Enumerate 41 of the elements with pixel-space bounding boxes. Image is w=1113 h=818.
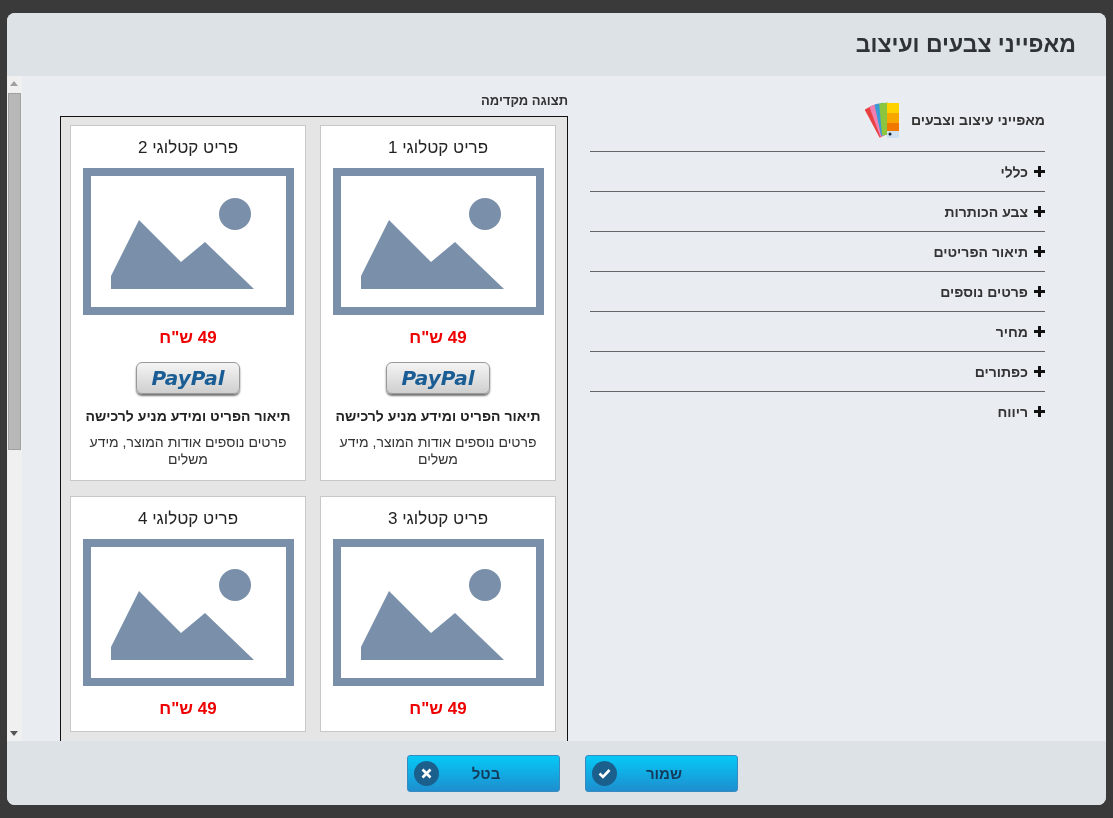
check-icon [592, 760, 617, 786]
settings-heading: מאפייני עיצוב וצבעים [910, 112, 1045, 128]
scrollbar[interactable] [7, 76, 22, 741]
image-placeholder-icon [332, 168, 544, 315]
item-price: 49 ש"ח [159, 699, 217, 719]
item-price: 49 ש"ח [159, 328, 217, 348]
plus-icon [1034, 326, 1045, 337]
cancel-button[interactable]: בטל [407, 754, 560, 792]
section-toggle[interactable]: כפתורים [974, 363, 1028, 380]
paypal-button[interactable]: PayPal [386, 362, 490, 394]
item-description: תיאור הפריט ומידע מניע לרכישה [85, 408, 291, 424]
item-price: 49 ש"ח [409, 699, 467, 719]
plus-icon [1034, 406, 1045, 417]
item-price: 49 ש"ח [409, 328, 467, 348]
item-title: פריט קטלוגי 4 [138, 509, 238, 529]
item-details: פרטים נוספים אודות המוצר, מידע משלים [338, 434, 538, 468]
image-placeholder-icon [82, 168, 294, 315]
item-description: תיאור הפריט ומידע מניע לרכישה [335, 408, 541, 424]
item-title: פריט קטלוגי 2 [138, 138, 238, 158]
section-toggle[interactable]: תיאור הפריטים [933, 243, 1028, 260]
plus-icon [1034, 286, 1045, 297]
section-toggle[interactable]: ריווח [997, 403, 1028, 420]
section-toggle[interactable]: פרטים נוספים [940, 283, 1028, 300]
plus-icon [1034, 366, 1045, 377]
section-toggle[interactable]: צבע הכותרות [944, 203, 1028, 220]
preview-label: תצוגה מקדימה [480, 93, 568, 108]
paypal-button[interactable]: PayPal [136, 362, 240, 394]
item-details: פרטים נוספים אודות המוצר, מידע משלים [88, 434, 288, 468]
close-icon [414, 760, 439, 786]
save-button[interactable]: שמור [585, 754, 738, 792]
item-title: פריט קטלוגי 1 [388, 138, 488, 158]
color-swatches-icon [864, 101, 901, 139]
plus-icon [1034, 206, 1045, 217]
plus-icon [1034, 166, 1045, 177]
section-toggle[interactable]: כללי [1000, 163, 1028, 180]
image-placeholder-icon [82, 539, 294, 686]
plus-icon [1034, 246, 1045, 257]
section-toggle[interactable]: מחיר [995, 323, 1028, 340]
item-title: פריט קטלוגי 3 [388, 509, 488, 529]
image-placeholder-icon [332, 539, 544, 686]
dialog-title: מאפייני צבעים ועיצוב [855, 31, 1076, 58]
